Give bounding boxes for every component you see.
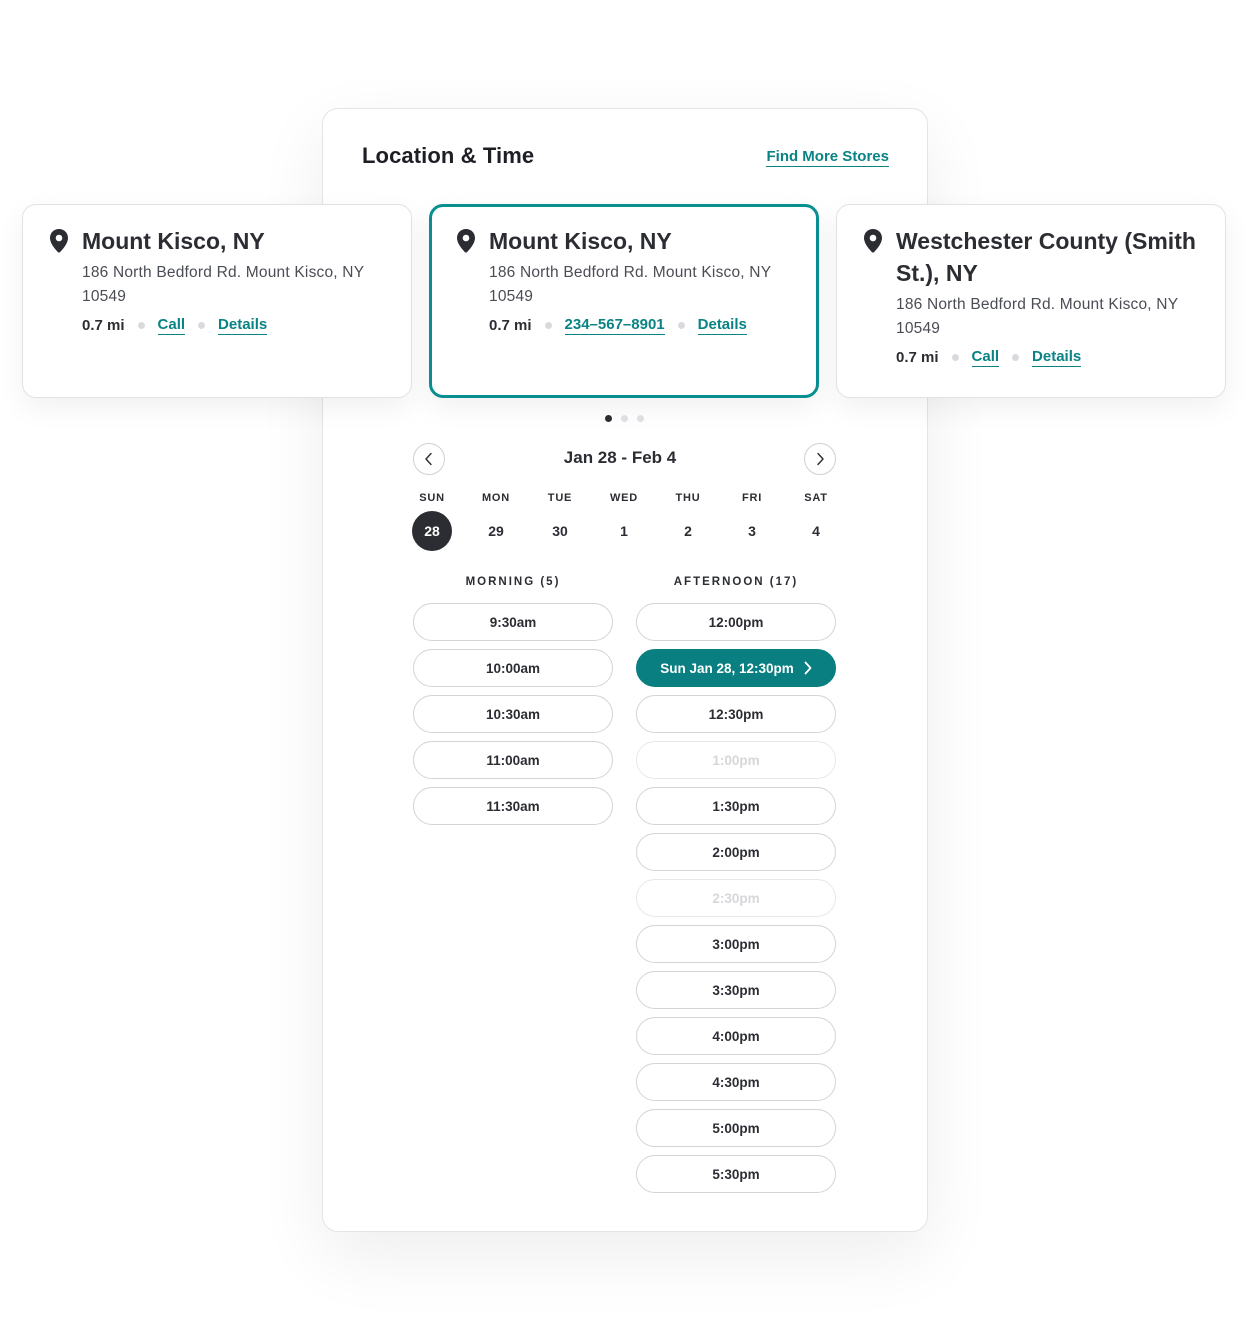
time-slot-button[interactable]: 4:00pm — [636, 1017, 836, 1055]
separator-dot — [951, 354, 959, 361]
next-week-button[interactable] — [804, 443, 836, 475]
time-slot-button[interactable]: 10:00am — [413, 649, 613, 687]
prev-week-button[interactable] — [413, 443, 445, 475]
date-button[interactable]: 1 — [604, 511, 644, 551]
map-pin-icon — [457, 229, 475, 253]
day-name: TUE — [547, 492, 573, 504]
panel-title: Location & Time — [362, 143, 535, 168]
day-name: WED — [609, 492, 639, 504]
time-slot-button[interactable]: 9:30am — [413, 603, 613, 641]
chevron-left-icon — [425, 452, 432, 466]
call-link[interactable]: Call — [157, 316, 186, 335]
separator-dot — [544, 322, 552, 329]
store-card[interactable]: Mount Kisco, NY 186 North Bedford Rd. Mo… — [22, 204, 412, 398]
date-button[interactable]: 30 — [540, 511, 580, 551]
selected-slot-label: Sun Jan 28, 12:30pm — [660, 660, 794, 676]
date-button[interactable]: 3 — [732, 511, 772, 551]
carousel-dot[interactable] — [605, 415, 612, 422]
store-name: Westchester County (Smith St.), NY — [896, 228, 1196, 286]
morning-header: MORNING (5) — [465, 576, 561, 588]
chevron-right-icon — [804, 661, 812, 675]
find-more-stores-link[interactable]: Find More Stores — [766, 148, 889, 167]
store-distance: 0.7 mi — [896, 349, 939, 366]
afternoon-header: AFTERNOON (17) — [673, 576, 799, 588]
store-card[interactable]: Westchester County (Smith St.), NY 186 N… — [836, 204, 1226, 398]
time-slot-button[interactable]: 5:30pm — [636, 1155, 836, 1193]
time-slot-button[interactable]: 5:00pm — [636, 1109, 836, 1147]
separator-dot — [677, 322, 685, 329]
time-slot-button[interactable]: 3:30pm — [636, 971, 836, 1009]
carousel-dot[interactable] — [621, 415, 628, 422]
chevron-right-icon — [817, 452, 824, 466]
carousel-dot[interactable] — [637, 415, 644, 422]
time-slot-button-disabled: 1:00pm — [636, 741, 836, 779]
date-button-selected[interactable]: 28 — [412, 511, 452, 551]
week-range-label: Jan 28 - Feb 4 — [563, 448, 677, 467]
details-link[interactable]: Details — [218, 316, 268, 335]
time-slot-button[interactable]: 4:30pm — [636, 1063, 836, 1101]
day-name: THU — [675, 492, 701, 504]
store-card-selected[interactable]: Mount Kisco, NY 186 North Bedford Rd. Mo… — [429, 204, 819, 398]
date-button[interactable]: 29 — [476, 511, 516, 551]
day-name: SUN — [419, 492, 445, 504]
time-slot-button[interactable]: 10:30am — [413, 695, 613, 733]
store-address: 186 North Bedford Rd. Mount Kisco, NY 10… — [896, 296, 1178, 337]
time-slot-button[interactable]: 12:00pm — [636, 603, 836, 641]
details-link[interactable]: Details — [1032, 348, 1082, 367]
map-pin-icon — [50, 229, 68, 253]
separator-dot — [137, 322, 145, 329]
day-name: SAT — [804, 492, 828, 504]
separator-dot — [1012, 354, 1020, 361]
store-name: Mount Kisco, NY — [489, 228, 672, 254]
phone-link[interactable]: 234–567–8901 — [564, 316, 665, 335]
details-link[interactable]: Details — [697, 316, 747, 335]
store-name: Mount Kisco, NY — [82, 228, 265, 254]
time-slot-button-disabled: 2:30pm — [636, 879, 836, 917]
time-slot-button[interactable]: 12:30pm — [636, 695, 836, 733]
time-slot-button[interactable]: 1:30pm — [636, 787, 836, 825]
selected-time-slot-button[interactable]: Sun Jan 28, 12:30pm — [636, 649, 836, 687]
store-address: 186 North Bedford Rd. Mount Kisco, NY 10… — [82, 264, 364, 305]
map-pin-icon — [864, 229, 882, 253]
call-link[interactable]: Call — [971, 348, 1000, 367]
time-slot-button[interactable]: 2:00pm — [636, 833, 836, 871]
time-slot-button[interactable]: 3:00pm — [636, 925, 836, 963]
day-name: MON — [481, 492, 511, 504]
time-slot-button[interactable]: 11:30am — [413, 787, 613, 825]
time-slot-button[interactable]: 11:00am — [413, 741, 613, 779]
date-button[interactable]: 2 — [668, 511, 708, 551]
carousel-pagination — [605, 415, 644, 422]
store-distance: 0.7 mi — [82, 317, 125, 334]
separator-dot — [198, 322, 206, 329]
store-address: 186 North Bedford Rd. Mount Kisco, NY 10… — [489, 264, 771, 305]
date-button[interactable]: 4 — [796, 511, 836, 551]
store-distance: 0.7 mi — [489, 317, 532, 334]
day-name: FRI — [741, 492, 763, 504]
